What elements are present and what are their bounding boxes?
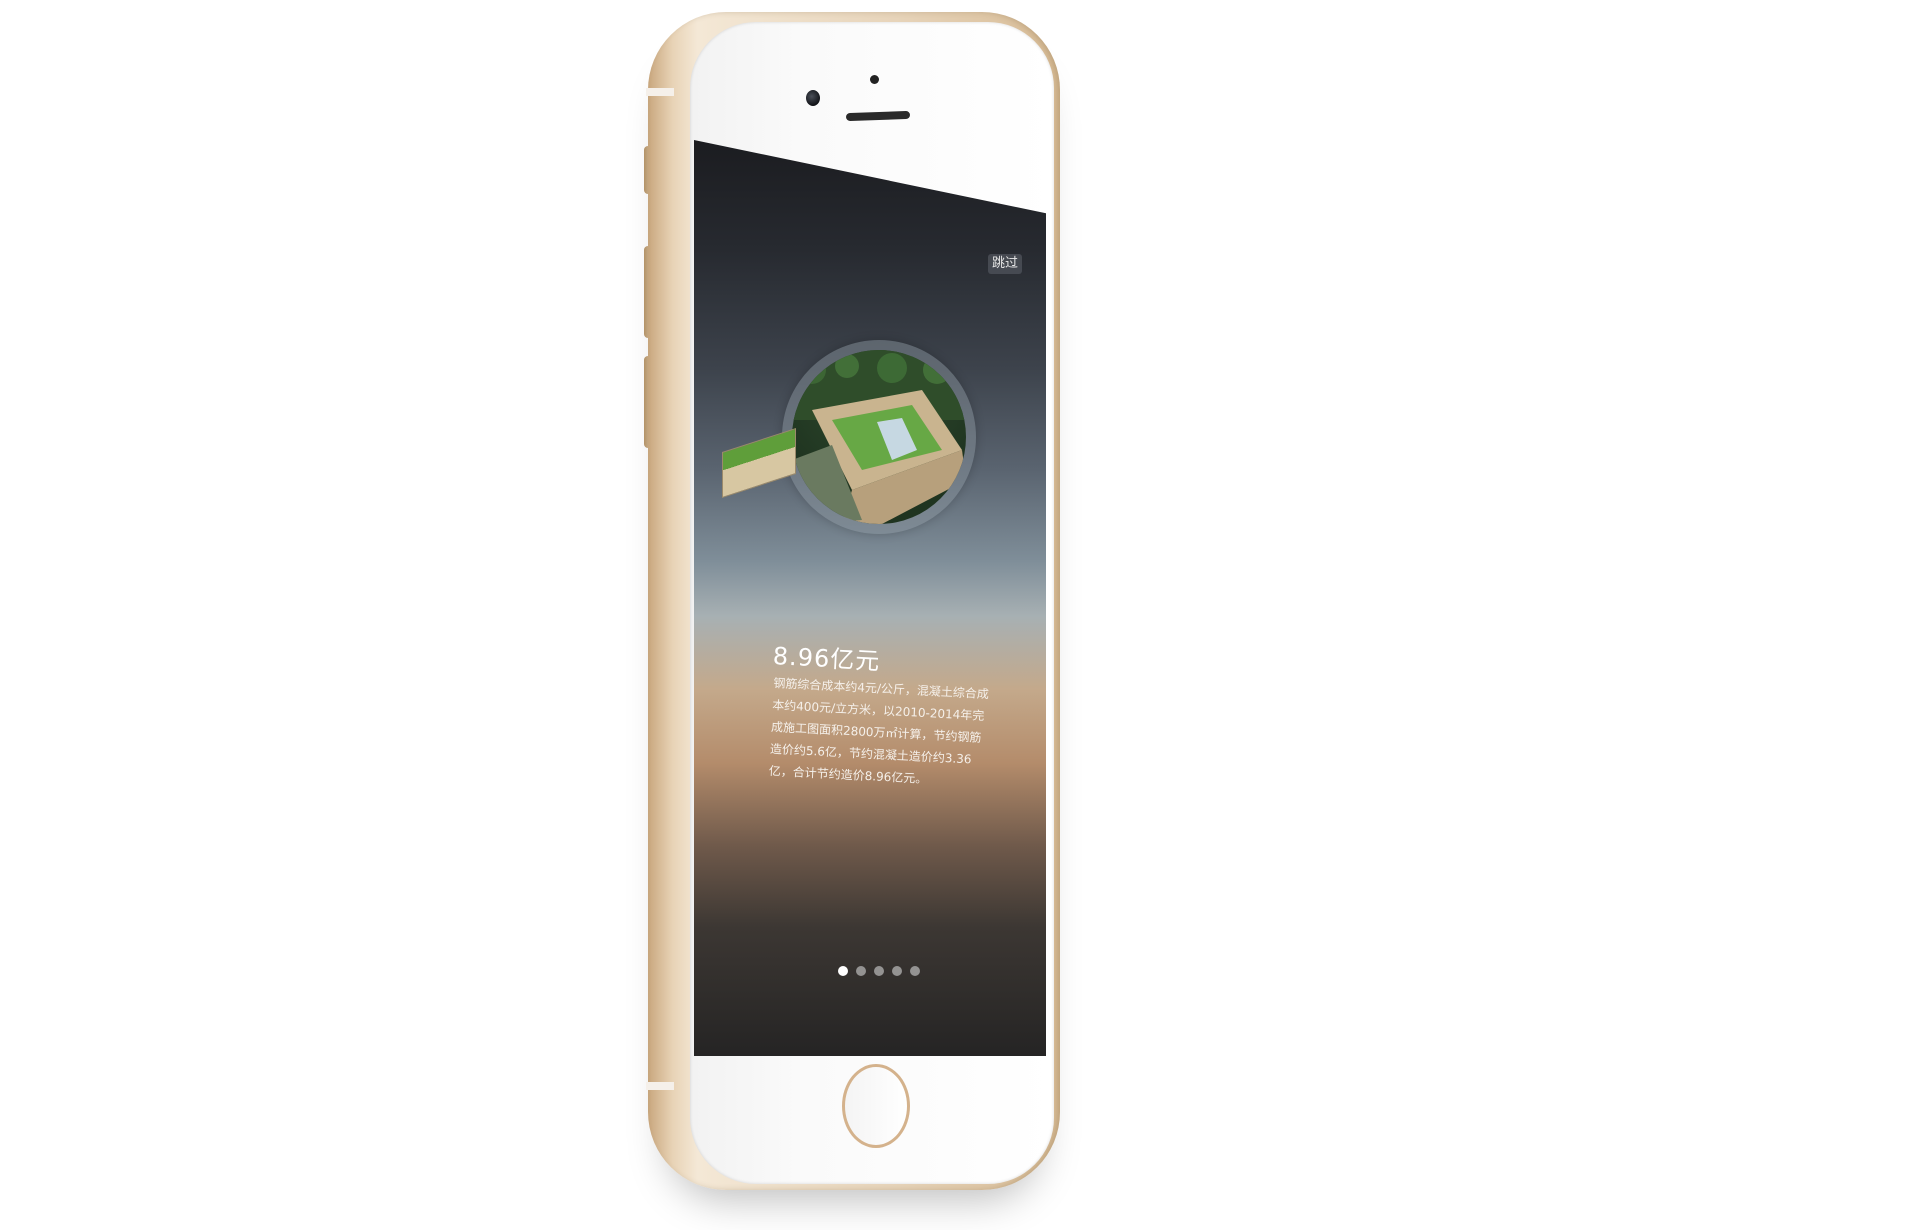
page-dot[interactable] <box>892 966 902 976</box>
antenna-line-bottom <box>646 1082 674 1090</box>
page-dot[interactable] <box>910 966 920 976</box>
page-dot[interactable] <box>856 966 866 976</box>
mockup-stage: 跳过 8.96亿元 钢筋综合成本约4元/公斤，混凝土综合成本约400元/立方米，… <box>0 0 1920 1230</box>
savings-description: 钢筋综合成本约4元/公斤，混凝土综合成本约400元/立方米，以2010-2014… <box>768 675 990 787</box>
savings-title: 8.96亿元 <box>772 641 881 676</box>
building-extension <box>722 427 796 499</box>
hero-building-image <box>792 350 966 524</box>
sensor-icon <box>870 75 879 84</box>
skip-button[interactable]: 跳过 <box>988 254 1022 274</box>
page-dot[interactable] <box>874 966 884 976</box>
camera-icon <box>806 90 820 106</box>
aerial-building-illustration <box>792 350 966 524</box>
antenna-line-top <box>646 88 674 96</box>
page-dot[interactable] <box>838 966 848 976</box>
home-button[interactable] <box>842 1064 910 1148</box>
phone-screen: 跳过 8.96亿元 钢筋综合成本约4元/公斤，混凝土综合成本约400元/立方米，… <box>694 140 1046 1056</box>
page-indicator <box>838 966 920 976</box>
